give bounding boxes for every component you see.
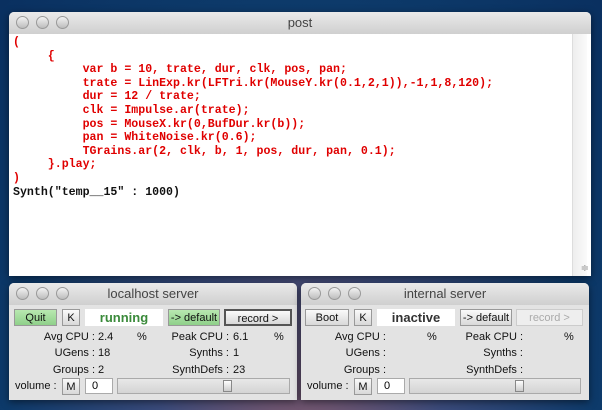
kill-button[interactable]: K [62, 309, 80, 326]
peak-cpu-percent: % [274, 331, 284, 343]
code-line: pos = MouseX.kr(0,BufDur.kr(b)); [82, 117, 306, 131]
volume-label: volume : [307, 380, 349, 392]
synths-label: Synths : [189, 347, 229, 359]
mute-button[interactable]: M [354, 378, 372, 395]
server-status: inactive [377, 309, 455, 326]
code-line: trate = LinExp.kr(LFTri.kr(MouseY.kr(0.1… [82, 76, 494, 90]
zoom-button[interactable] [348, 287, 361, 300]
synths-value: 1 [233, 347, 240, 359]
code-line: ) [13, 171, 20, 185]
close-button[interactable] [16, 16, 29, 29]
code-line: TGrains.ar(2, clk, b, 1, pos, dur, pan, … [82, 144, 396, 158]
peak-cpu-label: Peak CPU : [171, 331, 229, 343]
synthdefs-label: SynthDefs : [466, 364, 523, 376]
default-button[interactable]: -> default [460, 309, 512, 326]
volume-input[interactable]: 0 [377, 378, 405, 394]
volume-slider[interactable] [409, 378, 581, 394]
internal-server-window: internal server Boot K inactive -> defau… [301, 283, 589, 400]
localhost-server-window: localhost server Quit K running -> defau… [9, 283, 297, 400]
synthdefs-label: SynthDefs : [172, 364, 229, 376]
resize-grip-icon[interactable]: ≑ [581, 263, 589, 274]
zoom-button[interactable] [56, 16, 69, 29]
ugens-label: UGens : [54, 347, 95, 359]
volume-label: volume : [15, 380, 57, 392]
boot-button[interactable]: Boot [305, 309, 349, 326]
avg-cpu-percent: % [427, 331, 437, 343]
post-title-bar[interactable]: post [9, 12, 591, 34]
peak-cpu-value: 6.1 [233, 331, 249, 343]
window-title: post [287, 15, 313, 30]
mute-button[interactable]: M [62, 378, 80, 395]
volume-slider-thumb[interactable] [514, 380, 524, 392]
avg-cpu-percent: % [137, 331, 147, 343]
code-line: { [47, 49, 55, 63]
groups-value: 2 [98, 364, 105, 376]
minimize-button[interactable] [328, 287, 341, 300]
zoom-button[interactable] [56, 287, 69, 300]
ugens-label: UGens : [345, 347, 386, 359]
default-button[interactable]: -> default [168, 309, 220, 326]
groups-label: Groups : [343, 364, 386, 376]
groups-label: Groups : [52, 364, 95, 376]
record-button: record > [516, 309, 583, 326]
record-button[interactable]: record > [224, 309, 292, 326]
code-line: ( [13, 36, 20, 49]
post-text-area[interactable]: ( { var b = 10, trate, dur, clk, pos, pa… [9, 34, 591, 276]
minimize-button[interactable] [36, 16, 49, 29]
internal-title-bar[interactable]: internal server [301, 283, 589, 305]
code-line: var b = 10, trate, dur, clk, pos, pan; [82, 63, 347, 77]
code-line: clk = Impulse.ar(trate); [82, 103, 250, 117]
post-window: post ( { var b = 10, trate, dur, clk, po… [9, 12, 591, 276]
window-title: internal server [403, 286, 487, 301]
post-output: Synth("temp__15" : 1000) [13, 185, 180, 199]
close-button[interactable] [308, 287, 321, 300]
avg-cpu-label: Avg CPU : [43, 331, 95, 343]
quit-button[interactable]: Quit [14, 309, 57, 326]
volume-input[interactable]: 0 [85, 378, 113, 394]
localhost-title-bar[interactable]: localhost server [9, 283, 297, 305]
ugens-value: 18 [98, 347, 111, 359]
code-line: dur = 12 / trate; [82, 90, 201, 104]
volume-slider-thumb[interactable] [223, 380, 233, 392]
vertical-scrollbar[interactable] [572, 34, 587, 276]
peak-cpu-label: Peak CPU : [465, 331, 523, 343]
minimize-button[interactable] [36, 287, 49, 300]
close-button[interactable] [16, 287, 29, 300]
server-status: running [85, 309, 163, 326]
avg-cpu-value: 2.4 [98, 331, 114, 343]
window-title: localhost server [107, 286, 199, 301]
code-line: pan = WhiteNoise.kr(0.6); [82, 131, 257, 145]
synthdefs-value: 23 [233, 364, 246, 376]
avg-cpu-label: Avg CPU : [334, 331, 386, 343]
code-line: }.play; [47, 158, 97, 172]
volume-slider[interactable] [117, 378, 290, 394]
kill-button[interactable]: K [354, 309, 372, 326]
synths-label: Synths : [483, 347, 523, 359]
code-block: ( { var b = 10, trate, dur, clk, pos, pa… [13, 36, 493, 199]
peak-cpu-percent: % [564, 331, 574, 343]
